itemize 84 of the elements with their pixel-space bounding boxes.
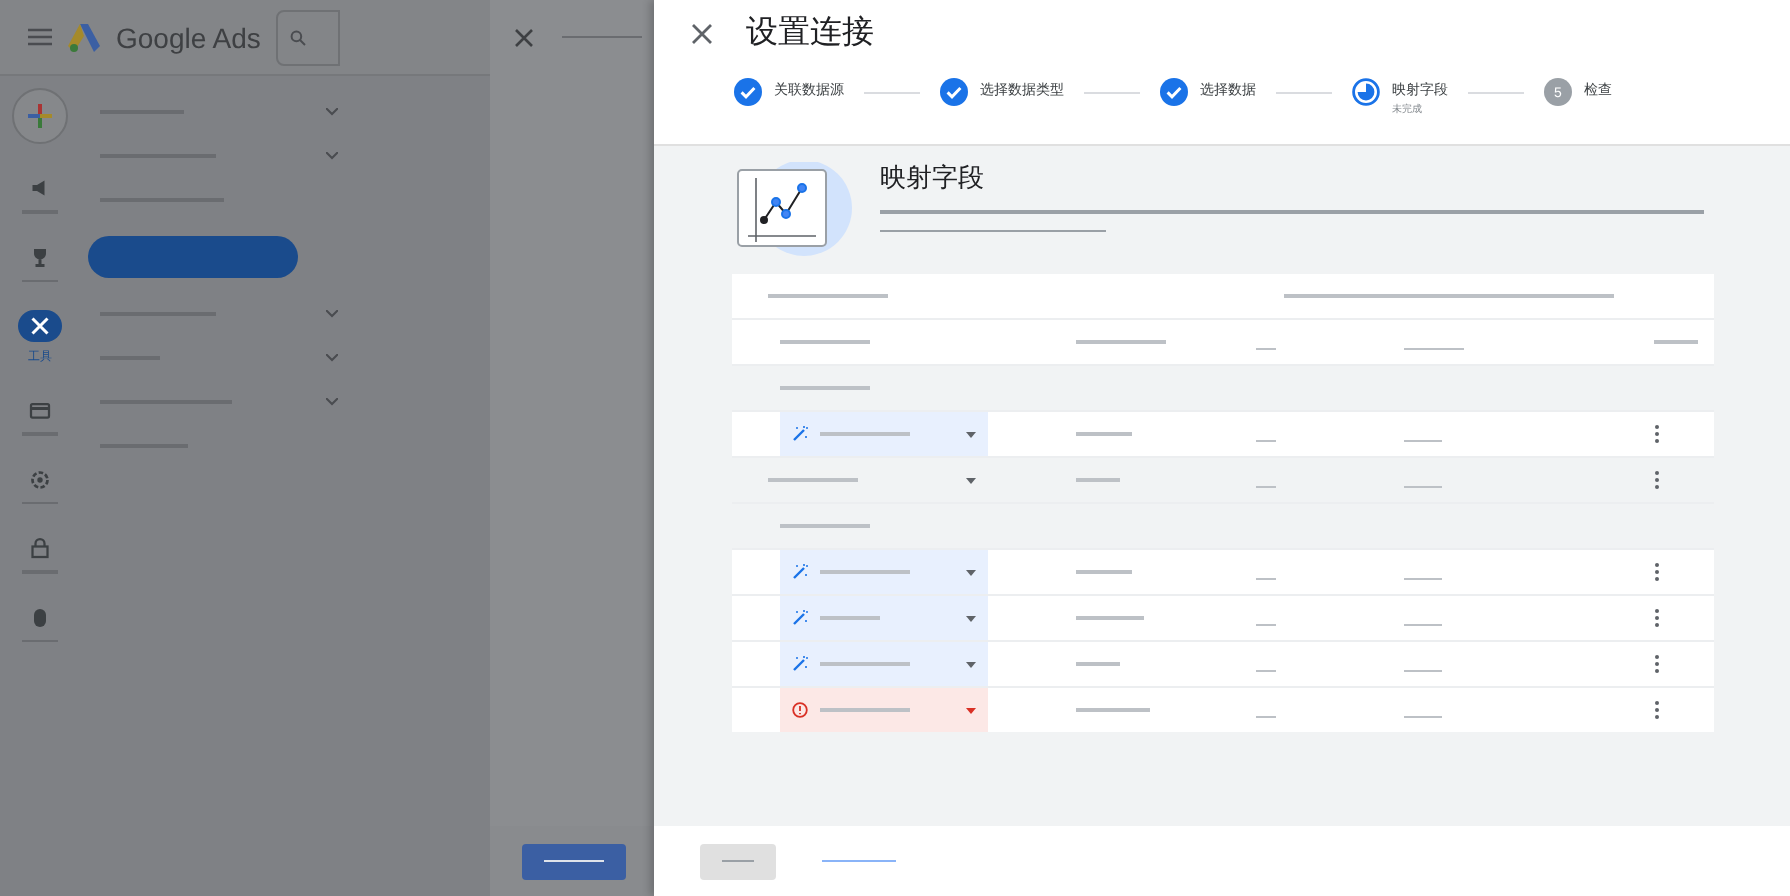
more-icon[interactable] [1653,562,1659,582]
placeholder-line [779,386,869,390]
placeholder-line [779,524,869,528]
placeholder-line [544,859,604,863]
chart-illustration [736,162,852,258]
wand-icon [791,426,807,442]
placeholder-line [819,616,879,620]
more-icon[interactable] [1653,424,1659,444]
placeholder-line [1255,669,1275,672]
placeholder-line [1403,623,1441,626]
close-icon[interactable] [514,27,534,47]
placeholder-line [819,662,909,666]
wand-icon [791,656,807,672]
logo-text: Google Ads [116,21,261,53]
placeholder-line [1403,577,1441,580]
plus-icon [26,102,54,130]
tools-rail-button[interactable] [18,310,62,342]
caret-icon[interactable] [965,707,975,713]
menu-icon[interactable] [28,28,52,46]
close-icon[interactable] [690,21,714,46]
placeholder-line [1075,616,1143,620]
field-dropdown[interactable] [779,688,987,732]
search-icon [290,29,307,45]
logo-icon [68,23,100,51]
more-icon[interactable] [1653,654,1659,674]
gear-icon [28,467,52,491]
placeholder-line [1403,347,1463,350]
chevron-icon[interactable] [326,354,338,362]
chevron-icon[interactable] [326,152,338,160]
caret-icon[interactable] [965,615,975,621]
field-dropdown[interactable] [779,412,987,456]
field-dropdown[interactable] [779,550,987,594]
link-line[interactable] [822,859,896,863]
placeholder-line [1075,478,1119,482]
caret-icon[interactable] [965,431,975,437]
more-icon[interactable] [1653,608,1659,628]
caret-icon[interactable] [965,569,975,575]
placeholder-line [1075,708,1149,712]
placeholder-line [767,294,887,298]
caret-icon[interactable] [965,477,975,483]
placeholder-line [1403,715,1441,718]
primary-button[interactable] [522,843,626,879]
placeholder-line [1075,432,1131,436]
placeholder-line [1075,340,1165,344]
error-icon [791,702,807,718]
placeholder-line [1255,715,1275,718]
caret-icon[interactable] [965,661,975,667]
placeholder-line [562,35,642,39]
field-dropdown[interactable] [779,596,987,640]
field-dropdown[interactable] [779,642,987,686]
search-field[interactable] [276,9,341,65]
placeholder-line [1075,570,1131,574]
card-icon [28,398,52,422]
placeholder-line [1255,439,1275,442]
placeholder-line [1403,439,1441,442]
section-heading: 映射字段 [880,162,986,194]
wand-icon [791,610,807,626]
chevron-icon[interactable] [326,108,338,116]
placeholder-line [779,340,869,344]
placeholder-line [722,859,754,863]
mouse-icon [28,605,52,629]
placeholder-line [1653,340,1697,344]
nav-item-selected[interactable] [88,236,298,278]
placeholder-line [1403,485,1441,488]
placeholder-line [1075,662,1119,666]
placeholder-line [819,708,909,712]
create-button[interactable] [12,88,68,144]
wand-icon [791,564,807,580]
placeholder-line [819,432,909,436]
dialog-title: 设置连接 [746,13,874,55]
placeholder-line [819,570,909,574]
more-icon[interactable] [1653,700,1659,720]
placeholder-line [1255,347,1275,350]
trophy-icon [28,245,52,269]
lock-icon [28,536,52,560]
placeholder-line [767,478,857,482]
placeholder-line [1403,669,1441,672]
chevron-icon[interactable] [326,398,338,406]
back-button[interactable] [700,843,776,879]
placeholder-line [1255,485,1275,488]
placeholder-line [1255,623,1275,626]
chevron-icon[interactable] [326,310,338,318]
more-icon[interactable] [1653,470,1659,490]
placeholder-line [1255,577,1275,580]
